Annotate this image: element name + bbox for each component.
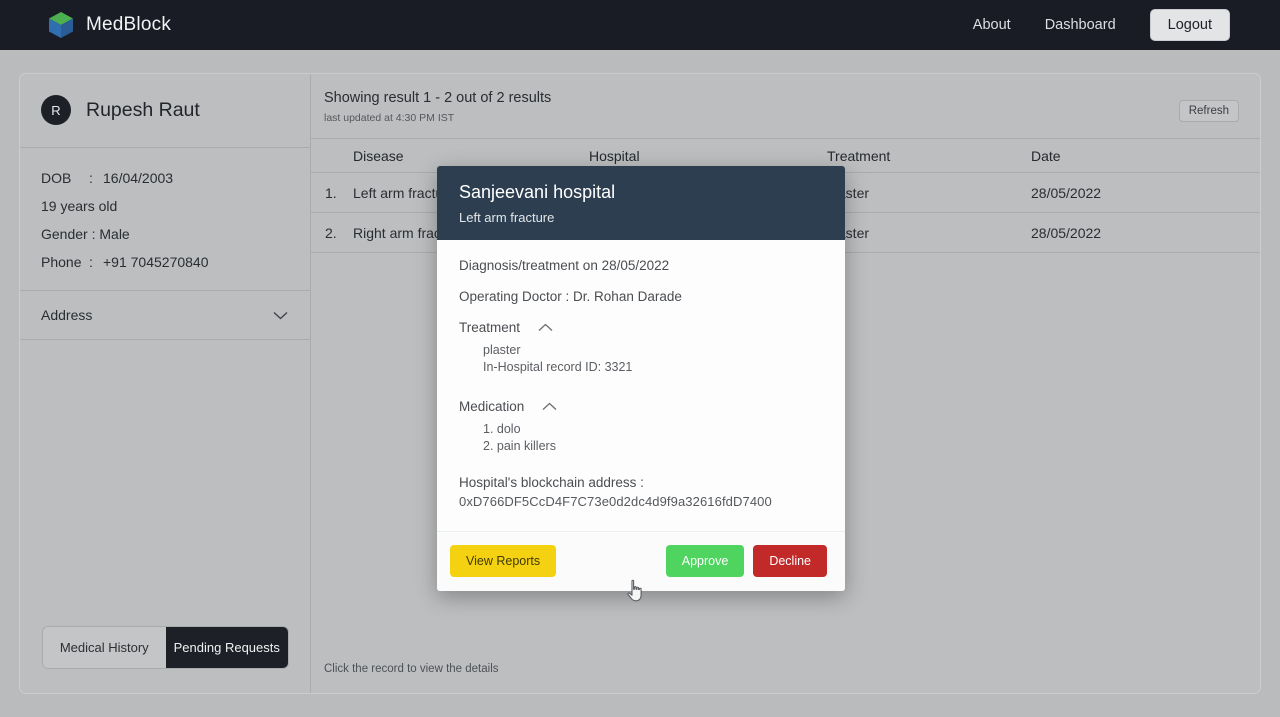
sidebar-tab-group: Medical History Pending Requests xyxy=(42,626,289,669)
tab-pending-requests[interactable]: Pending Requests xyxy=(166,627,289,668)
refresh-button[interactable]: Refresh xyxy=(1179,100,1239,122)
results-summary: Showing result 1 - 2 out of 2 results la… xyxy=(324,90,551,124)
info-label-dob: DOB xyxy=(41,170,89,186)
results-subtitle: last updated at 4:30 PM IST xyxy=(324,112,551,124)
doctor-line: Operating Doctor : Dr. Rohan Darade xyxy=(459,289,823,304)
treatment-item-record-id: In-Hospital record ID: 3321 xyxy=(459,360,823,374)
logout-button[interactable]: Logout xyxy=(1150,9,1230,41)
nav-link-about[interactable]: About xyxy=(973,17,1011,33)
table-hint: Click the record to view the details xyxy=(324,663,499,675)
info-row-gender: Gender : Male xyxy=(41,220,289,248)
chevron-up-icon xyxy=(538,323,553,332)
modal-subtitle: Left arm fracture xyxy=(459,210,823,225)
address-accordion[interactable]: Address xyxy=(20,291,310,340)
treatment-section-toggle[interactable]: Treatment xyxy=(459,320,823,335)
cube-icon xyxy=(48,11,74,39)
section-gap xyxy=(459,377,823,399)
approve-button[interactable]: Approve xyxy=(666,545,745,577)
column-header-treatment: Treatment xyxy=(827,148,1031,164)
avatar: R xyxy=(41,95,71,125)
blockchain-address-value: 0xD766DF5CcD4F7C73e0d2dc4d9f9a32616fdD74… xyxy=(459,494,823,509)
record-detail-modal: Sanjeevani hospital Left arm fracture Di… xyxy=(437,166,845,591)
nav-links: About Dashboard Logout xyxy=(973,9,1230,41)
info-row-age: 19 years old xyxy=(41,192,289,220)
brand-logo[interactable]: MedBlock xyxy=(48,11,171,39)
info-value-phone: +91 7045270840 xyxy=(103,254,209,270)
row-date: 28/05/2022 xyxy=(1031,185,1260,201)
patient-info-list: DOB : 16/04/2003 19 years old Gender : M… xyxy=(20,148,310,291)
medication-item-2: 2. pain killers xyxy=(459,439,823,453)
row-treatment: plaster xyxy=(827,225,1031,241)
info-value-age: 19 years old xyxy=(41,198,117,214)
dashboard-card: R Rupesh Raut DOB : 16/04/2003 19 years … xyxy=(19,73,1261,694)
modal-header: Sanjeevani hospital Left arm fracture xyxy=(437,166,845,240)
info-label-phone: Phone xyxy=(41,254,89,270)
modal-title: Sanjeevani hospital xyxy=(459,182,823,203)
treatment-section-label: Treatment xyxy=(459,320,520,335)
view-reports-button[interactable]: View Reports xyxy=(450,545,556,577)
column-header-disease: Disease xyxy=(353,148,589,164)
row-date: 28/05/2022 xyxy=(1031,225,1260,241)
row-index: 1. xyxy=(311,185,353,201)
modal-body: Diagnosis/treatment on 28/05/2022 Operat… xyxy=(437,240,845,517)
diagnosis-line: Diagnosis/treatment on 28/05/2022 xyxy=(459,258,823,273)
patient-header: R Rupesh Raut xyxy=(20,74,310,148)
brand-name: MedBlock xyxy=(86,14,171,36)
decline-button[interactable]: Decline xyxy=(753,545,827,577)
top-navbar: MedBlock About Dashboard Logout xyxy=(0,0,1280,50)
column-header-date: Date xyxy=(1031,148,1260,164)
patient-sidebar: R Rupesh Raut DOB : 16/04/2003 19 years … xyxy=(20,74,311,693)
chevron-down-icon xyxy=(273,311,288,320)
patient-name: Rupesh Raut xyxy=(86,99,200,122)
nav-link-dashboard[interactable]: Dashboard xyxy=(1045,17,1116,33)
row-treatment: plaster xyxy=(827,185,1031,201)
medication-item-1: 1. dolo xyxy=(459,422,823,436)
info-sep-dob: : xyxy=(89,170,103,186)
blockchain-address-label: Hospital's blockchain address : xyxy=(459,475,823,490)
info-value-gender: Gender : Male xyxy=(41,226,130,242)
info-value-dob: 16/04/2003 xyxy=(103,170,173,186)
records-header: Showing result 1 - 2 out of 2 results la… xyxy=(311,74,1260,139)
address-label: Address xyxy=(41,307,92,323)
results-title: Showing result 1 - 2 out of 2 results xyxy=(324,90,551,106)
page-body: R Rupesh Raut DOB : 16/04/2003 19 years … xyxy=(0,50,1280,717)
column-header-hospital: Hospital xyxy=(589,148,827,164)
tab-medical-history[interactable]: Medical History xyxy=(43,627,166,668)
info-row-phone: Phone : +91 7045270840 xyxy=(41,248,289,276)
modal-footer: View Reports Approve Decline xyxy=(437,531,845,591)
info-sep-phone: : xyxy=(89,254,103,270)
medication-section-toggle[interactable]: Medication xyxy=(459,399,823,414)
treatment-item-plaster: plaster xyxy=(459,343,823,357)
medication-section-label: Medication xyxy=(459,399,524,414)
sidebar-spacer xyxy=(20,340,310,626)
row-index: 2. xyxy=(311,225,353,241)
chevron-up-icon xyxy=(542,402,557,411)
info-row-dob: DOB : 16/04/2003 xyxy=(41,164,289,192)
